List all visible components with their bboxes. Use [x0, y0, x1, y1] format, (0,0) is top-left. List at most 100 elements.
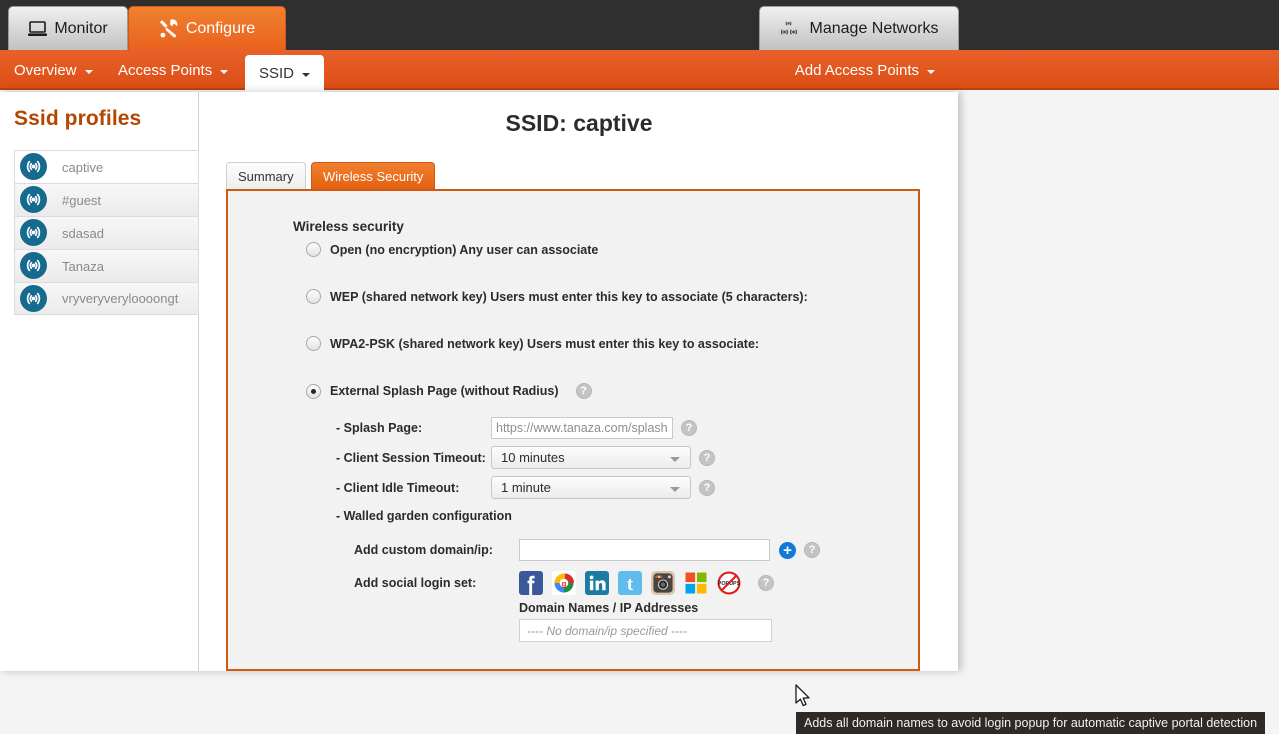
tooltip-text: Adds all domain names to avoid login pop… — [804, 716, 1258, 730]
client-idle-timeout-value: 1 minute — [501, 480, 551, 495]
radio-wep-label: WEP (shared network key) Users must ente… — [330, 289, 808, 304]
google-plus-icon[interactable]: g — [552, 571, 576, 595]
add-custom-domain-row: Add custom domain/ip: + ? — [306, 539, 820, 561]
walled-garden-heading-row: - Walled garden configuration — [306, 509, 512, 523]
top-tab-monitor[interactable]: Monitor — [8, 6, 128, 50]
manage-networks-button[interactable]: Manage Networks — [759, 6, 959, 50]
sidebar-item-label: Tanaza — [62, 258, 104, 274]
tab-summary-label: Summary — [238, 168, 294, 184]
sidebar-item-vryveryveryloooongt[interactable]: vryveryveryloooongt — [14, 282, 199, 315]
tooltip: Adds all domain names to avoid login pop… — [796, 712, 1266, 734]
client-idle-timeout-row: - Client Idle Timeout: 1 minute ? — [306, 476, 715, 499]
help-icon[interactable]: ? — [681, 420, 697, 436]
manage-networks-label: Manage Networks — [809, 19, 939, 37]
svg-text:t: t — [627, 574, 634, 595]
wifi-icon — [19, 284, 48, 313]
tools-icon — [159, 19, 179, 38]
help-icon[interactable]: ? — [575, 383, 592, 399]
radio-row-wep[interactable]: WEP (shared network key) Users must ente… — [306, 289, 808, 304]
wifi-icon — [19, 152, 48, 181]
client-idle-timeout-select[interactable]: 1 minute — [491, 476, 691, 499]
sidebar-item-label: captive — [62, 159, 104, 175]
add-custom-domain-label: Add custom domain/ip: — [354, 543, 493, 557]
radio-open-label: Open (no encryption) Any user can associ… — [330, 242, 599, 257]
wifi-icon — [19, 251, 48, 280]
top-header-bar: Monitor Configure Manage Networks — [0, 0, 1279, 50]
wifi-icon — [19, 218, 48, 247]
nav-item-add-access-points[interactable]: Add Access Points — [781, 50, 949, 90]
radio-row-wpa2psk[interactable]: WPA2-PSK (shared network key) Users must… — [306, 336, 759, 351]
help-icon[interactable]: ? — [758, 575, 774, 591]
sidebar-item-guest[interactable]: #guest — [14, 183, 199, 216]
plus-icon[interactable]: + — [779, 541, 796, 559]
sidebar-item-label: sdasad — [62, 225, 104, 241]
top-tab-configure[interactable]: Configure — [128, 6, 286, 50]
domain-names-group: Domain Names / IP Addresses ---- No doma… — [519, 601, 772, 642]
sidebar-item-sdasad[interactable]: sdasad — [14, 216, 199, 249]
radio-wpa2psk[interactable] — [306, 336, 321, 351]
add-social-login-label: Add social login set: — [354, 576, 477, 590]
chevron-down-icon — [220, 69, 229, 74]
content-tab-strip: Summary Wireless Security — [226, 162, 926, 190]
tab-wireless-security-label: Wireless Security — [323, 168, 424, 184]
sidebar-item-captive[interactable]: captive — [14, 150, 199, 183]
help-icon[interactable]: ? — [699, 449, 715, 466]
client-session-timeout-select[interactable]: 10 minutes — [491, 446, 691, 469]
domain-names-title: Domain Names / IP Addresses — [519, 601, 699, 615]
page-title: SSID: captive — [505, 110, 653, 136]
tab-wireless-security[interactable]: Wireless Security — [311, 162, 436, 189]
client-session-timeout-row: - Client Session Timeout: 10 minutes ? — [306, 446, 715, 469]
linkedin-icon[interactable] — [585, 571, 609, 595]
sidebar-item-tanaza[interactable]: Tanaza — [14, 249, 199, 282]
twitter-icon[interactable]: t — [618, 571, 642, 595]
radio-external-splash-page-label: External Splash Page (without Radius) — [330, 384, 559, 398]
section-heading: Wireless security — [293, 219, 404, 234]
wireless-security-panel: Wireless security Open (no encryption) A… — [226, 189, 920, 671]
page-body: Ssid profiles captive #guest sdasad Tana… — [0, 92, 1279, 734]
chevron-down-icon — [670, 487, 680, 492]
chevron-down-icon — [670, 457, 680, 462]
nav-item-ssid-label: SSID — [259, 65, 295, 82]
microsoft-icon[interactable] — [684, 571, 708, 595]
network-antenna-icon — [780, 19, 803, 39]
content-container: Ssid profiles captive #guest sdasad Tana… — [0, 92, 958, 671]
main-content: SSID: captive Summary Wireless Security … — [200, 92, 958, 671]
social-login-icon-strip: g t — [519, 571, 741, 595]
sidebar-item-label: vryveryveryloooongt — [62, 291, 179, 306]
radio-wep[interactable] — [306, 289, 321, 304]
nav-item-access-points-label: Access Points — [118, 61, 213, 79]
sidebar-title: Ssid profiles — [14, 107, 142, 130]
monitor-icon — [28, 20, 48, 37]
help-icon[interactable]: ? — [699, 479, 715, 496]
radio-external-splash-page[interactable] — [306, 383, 321, 399]
walled-garden-heading: - Walled garden configuration — [336, 509, 512, 523]
sidebar-item-label: #guest — [62, 192, 102, 208]
chevron-down-icon — [84, 69, 93, 74]
radio-row-open[interactable]: Open (no encryption) Any user can associ… — [306, 242, 598, 257]
facebook-icon[interactable] — [519, 571, 543, 595]
radio-open[interactable] — [306, 242, 321, 257]
add-custom-domain-input[interactable] — [519, 539, 770, 561]
client-session-timeout-label: - Client Session Timeout: — [336, 450, 486, 465]
nav-item-ssid[interactable]: SSID — [245, 55, 325, 92]
nav-item-overview[interactable]: Overview — [0, 50, 107, 90]
tab-summary[interactable]: Summary — [226, 162, 306, 189]
client-session-timeout-value: 10 minutes — [501, 450, 565, 465]
sidebar: Ssid profiles captive #guest sdasad Tana… — [0, 92, 199, 671]
splash-page-label: - Splash Page: — [336, 421, 423, 435]
svg-text:g: g — [562, 580, 567, 589]
nav-item-add-access-points-label: Add Access Points — [794, 61, 919, 79]
chevron-down-icon — [302, 73, 311, 77]
help-icon[interactable]: ? — [804, 542, 820, 558]
chevron-down-icon — [927, 69, 935, 74]
add-social-login-row: Add social login set: g t ? — [306, 571, 774, 595]
no-popups-icon[interactable]: POPUPS — [717, 571, 741, 595]
domain-names-list[interactable]: ---- No domain/ip specified ---- — [519, 619, 772, 642]
splash-page-input[interactable] — [491, 417, 673, 439]
radio-row-external-splash-page[interactable]: External Splash Page (without Radius) ? — [306, 383, 592, 399]
nav-item-access-points[interactable]: Access Points — [104, 50, 242, 90]
instagram-icon[interactable] — [651, 571, 675, 595]
wifi-icon — [19, 185, 48, 214]
mouse-cursor — [795, 684, 813, 710]
top-tab-configure-label: Configure — [185, 19, 256, 37]
